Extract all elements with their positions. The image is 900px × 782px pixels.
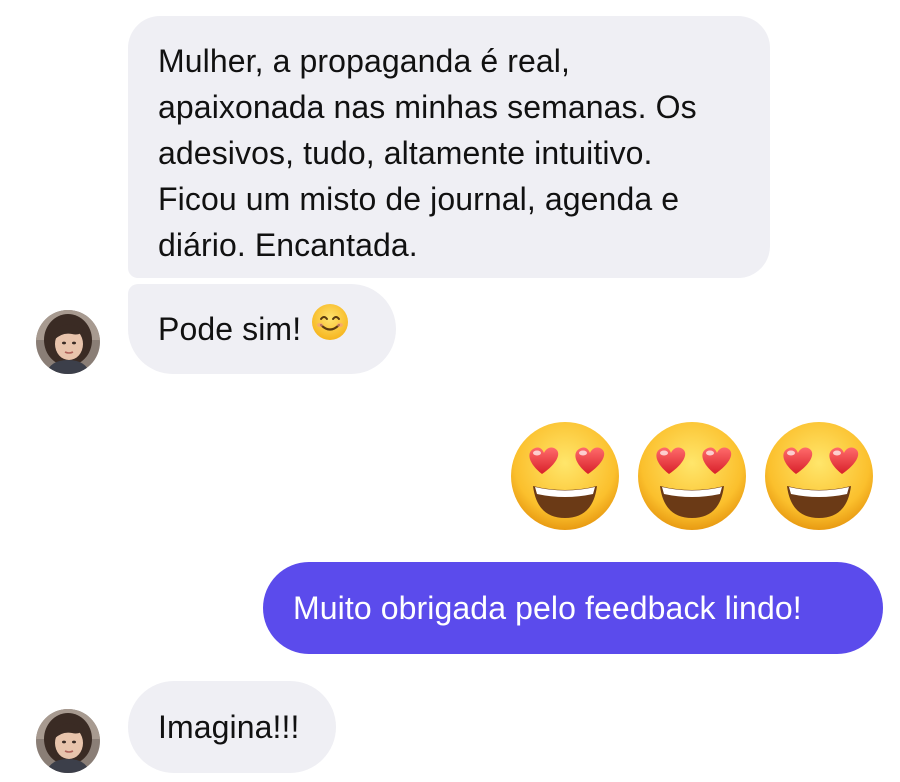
message-text-line: Mulher, a propaganda é real,: [158, 43, 570, 79]
message-text-line: apaixonada nas minhas semanas. Os: [158, 89, 697, 125]
outgoing-message-bubble[interactable]: Muito obrigada pelo feedback lindo!: [263, 562, 883, 654]
heart-eyes-icon: [765, 422, 873, 530]
heart-eyes-icon: [638, 422, 746, 530]
emoji-message[interactable]: [509, 420, 875, 532]
message-text: Muito obrigada pelo feedback lindo!: [293, 590, 802, 626]
incoming-message-bubble[interactable]: Mulher, a propaganda é real, apaixonada …: [128, 16, 770, 278]
incoming-message-bubble[interactable]: Pode sim!: [128, 284, 396, 374]
message-text: Imagina!!!: [158, 709, 300, 745]
smiling-face-icon: [311, 303, 349, 353]
message-text-line: adesivos, tudo, altamente intuitivo.: [158, 135, 653, 171]
message-text-line: Ficou um misto de journal, agenda e: [158, 181, 680, 217]
contact-avatar[interactable]: [36, 310, 100, 374]
incoming-message-bubble[interactable]: Imagina!!!: [128, 681, 336, 773]
message-text-line: diário. Encantada.: [158, 227, 418, 263]
contact-avatar[interactable]: [36, 709, 100, 773]
avatar-photo: [36, 709, 100, 773]
heart-eyes-icon: [511, 422, 619, 530]
avatar-photo: [36, 310, 100, 374]
message-text: Pode sim!: [158, 311, 302, 347]
